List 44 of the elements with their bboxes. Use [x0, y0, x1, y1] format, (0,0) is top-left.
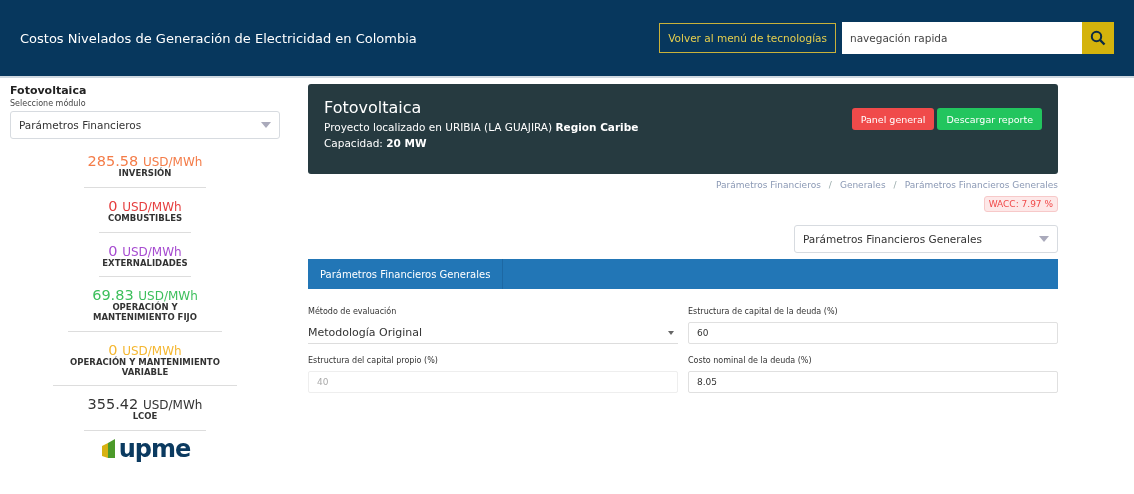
breadcrumb-link[interactable]: Parámetros Financieros Generales	[904, 180, 1058, 190]
metric-label: EXTERNALIDADES	[102, 258, 188, 269]
search-icon	[1090, 30, 1106, 46]
technology-name: Fotovoltaica	[10, 84, 88, 97]
metric-value: 0 USD/MWh	[108, 242, 182, 259]
input-field[interactable]: 60	[688, 322, 1058, 344]
project-location: Proyecto localizado en URIBIA (LA GUAJIRA) Region Caribe	[324, 121, 639, 133]
field-label: Costo nominal de la deuda (%)	[688, 356, 813, 365]
method-select[interactable]: Metodología Original	[308, 322, 678, 344]
breadcrumb-link[interactable]: Generales	[839, 180, 886, 190]
metric-value: 355.42 USD/MWh	[87, 396, 203, 413]
field-label: Método de evaluación	[308, 307, 398, 316]
wacc-badge: WACC: 7.97 %	[983, 196, 1058, 212]
panel-tab[interactable]: Parámetros Financieros Generales	[308, 259, 504, 289]
back-to-menu-button[interactable]: Volver al menú de tecnologías	[659, 23, 836, 53]
caret-icon	[668, 330, 674, 335]
project-title: Fotovoltaica	[324, 98, 423, 117]
breadcrumb-separator: /	[828, 180, 832, 190]
panel-button[interactable]: Panel general	[851, 108, 935, 130]
metric-value: 285.58 USD/MWh	[87, 153, 203, 169]
metric-label: COMBUSTIBLES	[107, 213, 183, 224]
metric-label: OPERACIÓN Y MANTENIMIENTO FIJO	[92, 303, 198, 323]
metric-label: OPERACIÓN Y MANTENIMIENTO VARIABLE	[69, 357, 221, 378]
field-label: Estructura de capital de la deuda (%)	[688, 307, 839, 316]
breadcrumb-separator: /	[893, 180, 897, 190]
field-label: Estructura del capital propio (%)	[308, 356, 439, 365]
metric-value: 69.83 USD/MWh	[92, 287, 198, 304]
field-label: Seleccione módulo	[10, 99, 87, 108]
module-select[interactable]: Parámetros Financieros	[10, 111, 280, 139]
breadcrumb-link[interactable]: Parámetros Financieros	[716, 180, 821, 190]
logo-text: upme	[118, 437, 191, 462]
caret-icon	[261, 122, 271, 128]
search-button[interactable]	[1082, 22, 1114, 54]
metric-value: 0 USD/MWh	[108, 341, 182, 358]
project-capacity: Capacidad: 20 MW	[324, 137, 428, 149]
search-field[interactable]: navegación rapida	[842, 22, 1082, 54]
metric-value: 0 USD/MWh	[108, 197, 182, 214]
input-field[interactable]: 8.05	[688, 371, 1058, 393]
metric-label: INVERSIÓN	[118, 169, 172, 179]
app-title: Costos Nivelados de Generación de Electricidad en Colombia	[20, 30, 418, 46]
caret-icon	[1039, 236, 1049, 242]
section-select[interactable]: Parámetros Financieros Generales	[794, 225, 1058, 253]
metric-label: LCOE	[132, 412, 158, 423]
logo-icon	[99, 438, 116, 461]
